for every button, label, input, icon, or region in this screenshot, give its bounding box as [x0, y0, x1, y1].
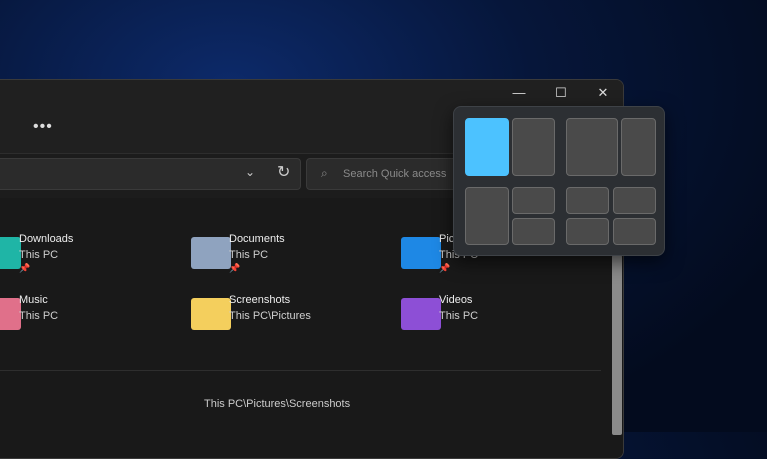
item-name: Music — [19, 294, 48, 306]
search-placeholder: Search Quick access — [343, 168, 447, 180]
snap-zone-left-column[interactable] — [465, 187, 509, 245]
minimize-button[interactable]: — — [499, 82, 539, 104]
folder-screenshots[interactable]: Screenshots This PC\Pictures — [191, 294, 391, 344]
recent-file-path[interactable]: This PC\Pictures\Screenshots — [204, 398, 350, 410]
snap-zone-top-right[interactable] — [512, 187, 555, 214]
pin-icon: 📌 — [19, 263, 31, 273]
search-icon: ⌕ — [321, 166, 328, 180]
item-location: This PC\Pictures — [229, 310, 311, 322]
pictures-folder-icon — [401, 237, 441, 269]
snap-zone-half-right[interactable] — [512, 118, 555, 176]
snap-zone-quad-bottom-right[interactable] — [613, 218, 656, 245]
snap-layouts-flyout — [453, 106, 665, 256]
screenshots-folder-icon — [191, 298, 231, 330]
folder-downloads[interactable]: Downloads This PC 📌 — [0, 233, 181, 283]
pin-icon: 📌 — [439, 263, 451, 273]
snap-zone-quad-bottom-left[interactable] — [566, 218, 609, 245]
more-options-button[interactable]: ••• — [33, 118, 53, 136]
folder-documents[interactable]: Documents This PC 📌 — [191, 233, 391, 283]
item-location: This PC — [19, 310, 59, 322]
section-divider — [0, 370, 601, 371]
item-name: Downloads — [19, 233, 74, 245]
maximize-button[interactable]: ☐ — [541, 82, 581, 104]
item-name: Videos — [439, 294, 473, 306]
close-button[interactable]: ✕ — [583, 82, 623, 104]
folder-music[interactable]: Music This PC — [0, 294, 181, 344]
item-location: This PC — [439, 310, 479, 322]
item-location: This PC — [19, 249, 59, 261]
item-name: Documents — [229, 233, 285, 245]
refresh-icon[interactable]: ↻ — [277, 162, 290, 182]
documents-folder-icon — [191, 237, 231, 269]
item-location: This PC — [229, 249, 269, 261]
snap-zone-quad-top-right[interactable] — [613, 187, 656, 214]
snap-zone-two-thirds-left[interactable] — [566, 118, 618, 176]
chevron-down-icon[interactable]: ⌄ — [245, 165, 255, 179]
pin-icon: 📌 — [229, 263, 241, 273]
snap-zone-half-left[interactable] — [465, 118, 509, 176]
snap-zone-bottom-right[interactable] — [512, 218, 555, 245]
videos-folder-icon — [401, 298, 441, 330]
snap-zone-quad-top-left[interactable] — [566, 187, 609, 214]
scrollbar[interactable] — [612, 255, 622, 435]
title-bar: — ☐ ✕ — [0, 80, 623, 108]
address-bar[interactable]: ⌄ ↻ — [0, 158, 301, 190]
item-name: Screenshots — [229, 294, 291, 306]
snap-zone-one-third-right[interactable] — [621, 118, 656, 176]
music-folder-icon — [0, 298, 21, 330]
folder-videos[interactable]: Videos This PC — [401, 294, 601, 344]
downloads-folder-icon — [0, 237, 21, 269]
